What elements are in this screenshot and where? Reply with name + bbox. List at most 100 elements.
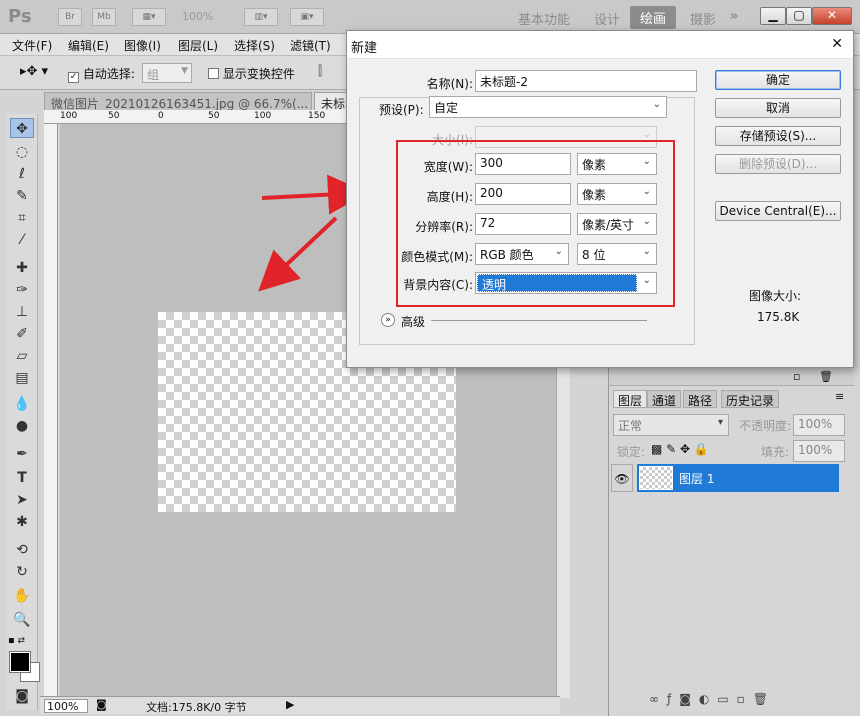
delete-icon[interactable]: 🗑 <box>819 370 833 383</box>
tab-paths[interactable]: 路径 <box>683 390 718 408</box>
zoom-level[interactable]: 100% <box>182 10 213 23</box>
status-menu-arrow-icon[interactable]: ▶ <box>286 698 294 711</box>
vertical-ruler <box>44 124 58 698</box>
workspace-photography[interactable]: 摄影 <box>690 9 716 28</box>
pen-tool-icon[interactable]: ✒ <box>10 444 34 464</box>
more-workspaces-icon[interactable]: » <box>730 9 738 24</box>
advanced-toggle-icon[interactable]: » <box>381 313 395 327</box>
advanced-divider <box>431 320 647 321</box>
ruler-tick-label: 100 <box>60 111 78 121</box>
3d-orbit-tool-icon[interactable]: ↻ <box>10 562 34 582</box>
workspace-painting[interactable]: 绘画 <box>630 6 677 29</box>
ruler-tick-label: 50 <box>108 111 120 121</box>
chevron-down-icon: ⌄ <box>642 129 651 140</box>
name-label: 名称(N): <box>426 77 473 91</box>
workspace-design[interactable]: 设计 <box>594 9 620 28</box>
image-size-label: 图像大小: <box>749 289 802 303</box>
align-icon[interactable]: ⫿ <box>318 64 322 79</box>
path-select-tool-icon[interactable]: ➤ <box>10 490 34 510</box>
blend-mode-select[interactable]: 正常 ▾ <box>613 414 729 436</box>
name-field[interactable]: 未标题-2 <box>475 70 697 92</box>
lock-label: 锁定: <box>617 445 646 459</box>
3d-rotate-tool-icon[interactable]: ⟲ <box>10 540 34 560</box>
screen-mode-icon[interactable]: ▣▾ <box>290 8 324 26</box>
tools-panel: ✥ ◌ ℓ ✎ ⌗ ⁄ ✚ ✑ ⊥ ✐ ▱ ▤ 💧 ● ✒ T ➤ ✱ ⟲ ↻ … <box>6 114 40 710</box>
crop-tool-icon[interactable]: ⌗ <box>10 208 34 228</box>
tab-untitled[interactable]: 未标 <box>314 92 348 112</box>
stamp-tool-icon[interactable]: ⊥ <box>10 302 34 322</box>
highlight-box <box>396 140 675 307</box>
cancel-button[interactable]: 取消 <box>715 98 841 118</box>
healing-brush-tool-icon[interactable]: ✚ <box>10 258 34 278</box>
quick-mask-icon[interactable]: ◙ <box>10 686 34 706</box>
preset-select[interactable]: 自定 ⌄ <box>429 96 667 118</box>
status-bar: 100% ◙ 文档:175.8K/0 字节 ▶ <box>40 696 560 714</box>
dialog-title-bar: 新建 ✕ <box>347 31 853 59</box>
brush-tool-icon[interactable]: ✑ <box>10 280 34 300</box>
close-window-button[interactable]: ✕ <box>812 7 852 25</box>
quick-select-tool-icon[interactable]: ✎ <box>10 186 34 206</box>
hand-tool-icon[interactable]: ✋ <box>10 586 34 606</box>
history-brush-tool-icon[interactable]: ✐ <box>10 324 34 344</box>
bridge-button[interactable]: Br <box>58 8 82 26</box>
layer-thumbnail <box>639 466 673 490</box>
opacity-field[interactable]: 100% <box>793 414 845 436</box>
image-size-value: 175.8K <box>757 310 800 324</box>
maximize-button[interactable]: ▢ <box>786 7 812 25</box>
menu-select[interactable]: 选择(S) <box>234 37 275 54</box>
menu-edit[interactable]: 编辑(E) <box>68 37 109 54</box>
shape-tool-icon[interactable]: ✱ <box>10 512 34 532</box>
menu-layer[interactable]: 图层(L) <box>178 37 218 54</box>
tab-history[interactable]: 历史记录 <box>721 390 780 408</box>
arrange-documents-icon[interactable]: ▥▾ <box>244 8 278 26</box>
tab-wechat-image[interactable]: 微信图片_20210126163451.jpg @ 66.7%(... <box>44 92 312 112</box>
type-tool-icon[interactable]: T <box>10 468 34 488</box>
status-icon: ◙ <box>96 698 107 711</box>
eyedropper-tool-icon[interactable]: ⁄ <box>10 230 34 250</box>
menu-file[interactable]: 文件(F) <box>12 37 52 54</box>
panel-menu-icon[interactable]: ≡ <box>835 390 844 403</box>
ok-button[interactable]: 确定 <box>715 70 841 90</box>
new-adjust-icon[interactable]: ▫ <box>793 370 800 383</box>
menu-image[interactable]: 图像(I) <box>124 37 161 54</box>
chevron-down-icon: ▼ <box>181 66 188 76</box>
lasso-tool-icon[interactable]: ℓ <box>10 164 34 184</box>
opacity-label: 不透明度: <box>739 419 792 433</box>
save-preset-button[interactable]: 存储预设(S)... <box>715 126 841 146</box>
foreground-color-swatch[interactable] <box>9 651 31 673</box>
preset-value: 自定 <box>434 101 459 115</box>
ruler-tick-label: 0 <box>158 111 164 121</box>
view-extras-icon[interactable]: ▦▾ <box>132 8 166 26</box>
layer-footer-icons[interactable]: ∞ƒ◙◐▭▫🗑 <box>649 692 776 706</box>
device-central-button[interactable]: Device Central(E)... <box>715 201 841 221</box>
lock-icons[interactable]: ▩ ✎ ✥ 🔒 <box>651 442 709 456</box>
layer-row[interactable]: 图层 1 <box>637 464 839 492</box>
status-zoom[interactable]: 100% <box>44 699 88 713</box>
status-doc-size: 文档:175.8K/0 字节 <box>146 701 247 714</box>
ruler-tick-label: 50 <box>208 111 220 121</box>
zoom-tool-icon[interactable]: 🔍 <box>10 610 34 630</box>
minimize-button[interactable]: ▁ <box>760 7 786 25</box>
swap-colors-icon[interactable]: ◾ ⇄ <box>8 636 25 646</box>
dodge-tool-icon[interactable]: ● <box>10 416 34 436</box>
visibility-eye-icon[interactable]: 👁 <box>611 464 633 492</box>
workspace-essentials[interactable]: 基本功能 <box>518 9 570 28</box>
dialog-close-icon[interactable]: ✕ <box>831 36 843 52</box>
menu-filter[interactable]: 滤镜(T) <box>290 37 331 54</box>
minibridge-button[interactable]: Mb <box>92 8 116 26</box>
marquee-tool-icon[interactable]: ◌ <box>10 142 34 162</box>
blur-tool-icon[interactable]: 💧 <box>10 394 34 414</box>
show-transform-checkbox[interactable]: 显示变换控件 <box>208 65 295 82</box>
auto-select-dropdown[interactable]: 组 ▼ <box>142 63 192 83</box>
move-tool-icon[interactable]: ✥ <box>10 118 34 138</box>
advanced-label[interactable]: 高级 <box>401 313 425 330</box>
tab-layers[interactable]: 图层 <box>613 390 648 408</box>
gradient-tool-icon[interactable]: ▤ <box>10 368 34 388</box>
move-tool-preset-icon[interactable]: ▸✥ ▾ <box>20 64 48 79</box>
layers-panel: 图层 通道 路径 历史记录 ≡ 正常 ▾ 不透明度: 100% 锁定: ▩ ✎ ✥… <box>608 386 854 716</box>
auto-select-checkbox[interactable]: ✓ 自动选择: <box>68 65 135 83</box>
eraser-tool-icon[interactable]: ▱ <box>10 346 34 366</box>
fill-field[interactable]: 100% <box>793 440 845 462</box>
dialog-title: 新建 <box>351 41 378 56</box>
tab-channels[interactable]: 通道 <box>647 390 682 408</box>
